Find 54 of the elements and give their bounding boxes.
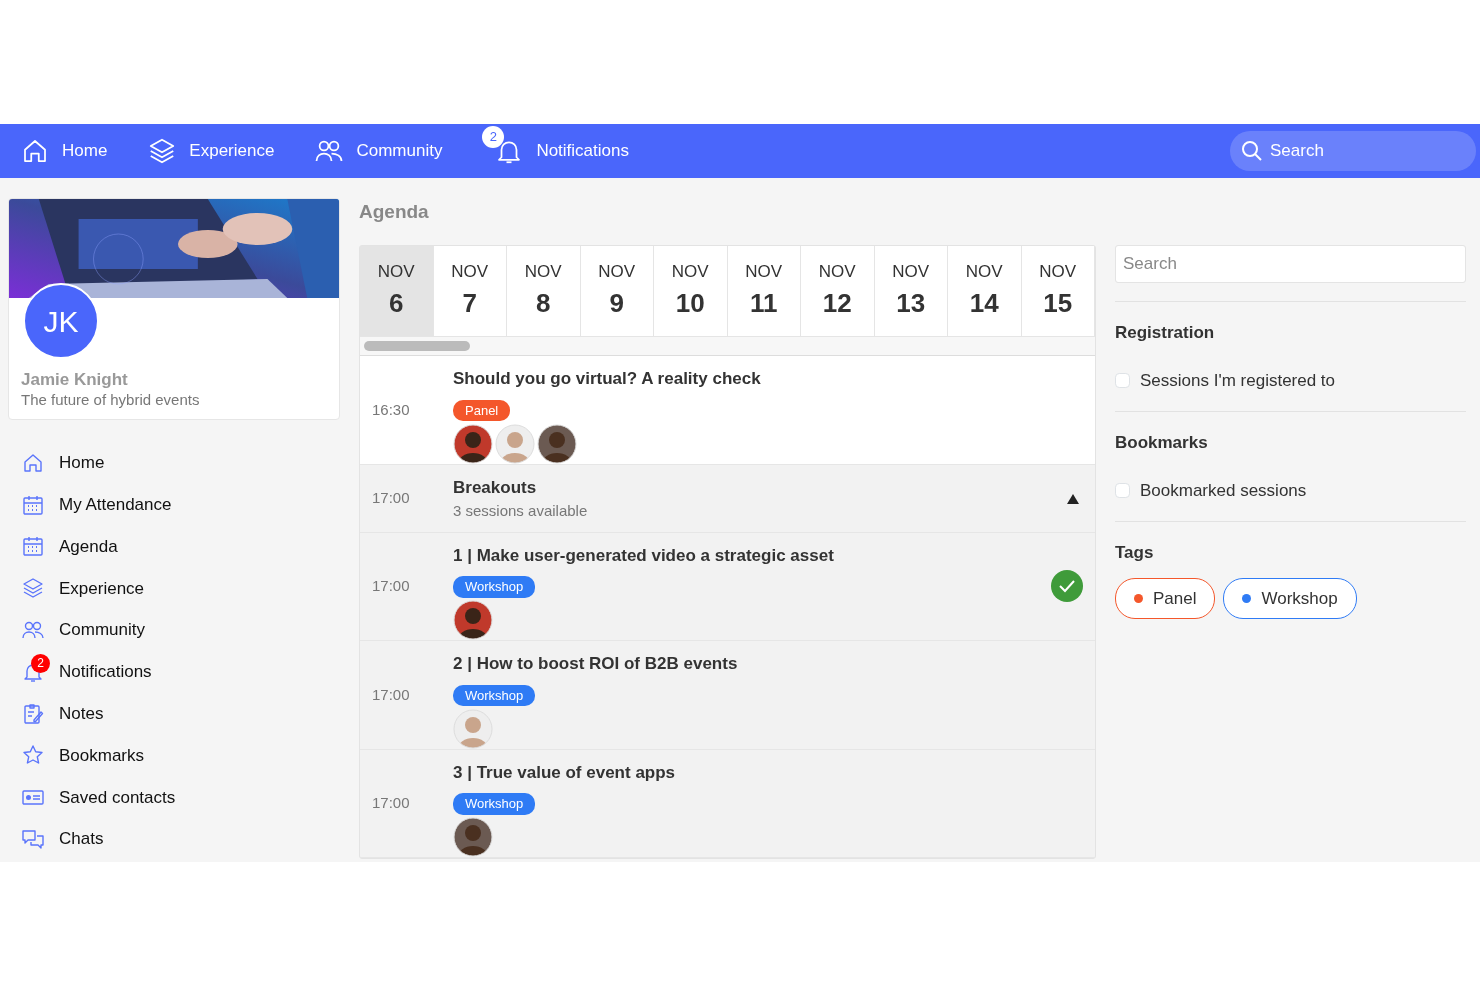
session-time: 16:30: [372, 399, 410, 420]
session-tag: Workshop: [453, 684, 536, 706]
search-field[interactable]: Search: [1115, 245, 1466, 283]
checkbox[interactable]: [1115, 372, 1130, 388]
sidebar-item[interactable]: Agenda: [8, 525, 340, 568]
date-tab[interactable]: NOV 6: [360, 246, 434, 336]
search-icon: [1240, 139, 1264, 163]
group-subtitle: 3 sessions available: [453, 501, 589, 521]
session-tag: Workshop: [453, 793, 536, 815]
notepad-icon: [21, 701, 45, 726]
nav-link[interactable]: 2 Notifications: [482, 126, 629, 176]
checkbox-label: Bookmarked sessions: [1140, 479, 1307, 502]
session-time: 17:00: [372, 487, 410, 508]
sidebar-item[interactable]: 2 Notifications: [8, 651, 340, 693]
layers-icon: [21, 576, 45, 601]
nav-link[interactable]: Home: [20, 136, 108, 166]
session-tag: Panel: [453, 399, 511, 421]
filter-heading: Registration: [1115, 322, 1216, 344]
registered-check-icon: [1051, 570, 1083, 603]
session-time: 17:00: [372, 793, 410, 813]
session-tag: Workshop: [453, 576, 536, 598]
sidebar-item[interactable]: Saved contacts: [8, 776, 340, 819]
page-title: Agenda: [359, 200, 430, 224]
caret-icon: [1067, 493, 1079, 504]
user-tagline: The future of hybrid events: [21, 390, 200, 410]
avatar: JK: [23, 283, 99, 359]
session-time: 17:00: [372, 576, 410, 596]
checkbox-label: Sessions I'm registered to: [1140, 369, 1336, 392]
group-title: Breakouts: [453, 476, 538, 499]
sidebar-item[interactable]: Chats: [8, 818, 340, 860]
notification-badge: 2: [31, 653, 50, 673]
scrollbar-thumb[interactable]: [364, 341, 470, 351]
filter-heading: Tags: [1115, 542, 1155, 564]
sidebar-item[interactable]: Home: [8, 442, 340, 484]
tag-filter[interactable]: Panel: [1115, 577, 1216, 619]
nav-link[interactable]: Community: [314, 136, 443, 166]
session-title[interactable]: 2 | How to boost ROI of B2B events: [453, 651, 1095, 677]
user-name: Jamie Knight: [21, 369, 128, 391]
filter-heading: Bookmarks: [1115, 432, 1209, 454]
sidebar-item[interactable]: My Attendance: [8, 483, 340, 526]
tag-filter[interactable]: Workshop: [1223, 577, 1357, 619]
nav-link[interactable]: Experience: [147, 136, 275, 166]
session-time: 17:00: [372, 684, 410, 705]
sidebar-item[interactable]: Community: [8, 609, 340, 651]
sidebar-item[interactable]: Notes: [8, 692, 340, 735]
sidebar-item[interactable]: Bookmarks: [8, 734, 340, 777]
session-title[interactable]: 1 | Make user-generated video a strategic asset: [453, 542, 1051, 568]
session-title[interactable]: Should you go virtual? A reality check: [453, 366, 1095, 392]
session-title[interactable]: 3 | True value of event apps: [453, 759, 1095, 785]
calendar-icon: [21, 534, 45, 559]
checkbox[interactable]: [1115, 482, 1130, 498]
sidebar-item[interactable]: Experience: [8, 567, 340, 610]
chat-icon: [21, 827, 45, 852]
notification-badge: 2: [482, 126, 505, 148]
